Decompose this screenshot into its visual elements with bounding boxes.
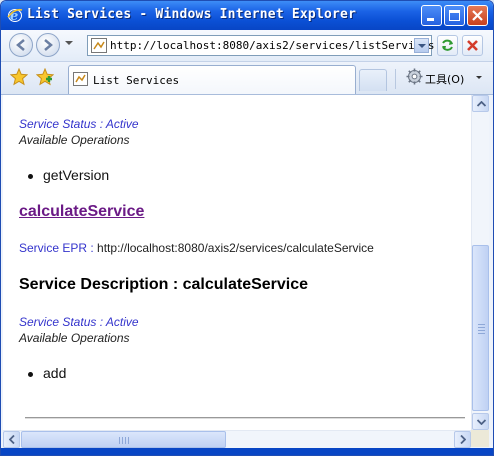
stop-button[interactable]: [462, 35, 483, 56]
window-frame-bottom: [1, 448, 493, 455]
service-status: Service Status : Active: [19, 117, 139, 131]
toolbar-divider: [395, 69, 396, 89]
scrollbar-corner: [471, 430, 489, 447]
add-favorites-icon[interactable]: [36, 68, 54, 86]
minimize-icon: [427, 18, 434, 21]
operation-item: add: [27, 365, 67, 381]
maximize-button[interactable]: [444, 5, 465, 26]
address-dropdown-button[interactable]: [414, 38, 429, 53]
scroll-right-button[interactable]: [454, 431, 471, 448]
scroll-up-button[interactable]: [472, 95, 489, 112]
refresh-button[interactable]: [437, 35, 458, 56]
operation-item: getVersion: [27, 167, 110, 183]
tab-page-icon: [73, 72, 88, 86]
service-description: Service Description : calculateService: [19, 276, 309, 293]
vertical-scrollbar[interactable]: [471, 95, 489, 430]
maximize-icon: [449, 10, 460, 21]
horizontal-scroll-thumb[interactable]: [21, 431, 226, 448]
chevron-right-icon: [460, 435, 466, 444]
back-button[interactable]: [9, 33, 33, 57]
epr-url: http://localhost:8080/axis2/services/cal…: [97, 241, 374, 255]
available-operations-heading: Available Operations: [19, 331, 130, 345]
close-button[interactable]: [467, 5, 488, 26]
new-tab-button[interactable]: [359, 69, 387, 91]
page-content: Service Status : Active Available Operat…: [3, 95, 471, 430]
history-dropdown[interactable]: [65, 41, 73, 45]
vertical-scroll-thumb[interactable]: [472, 245, 489, 411]
tab-list-services[interactable]: List Services: [68, 65, 356, 94]
gear-icon[interactable]: [406, 68, 423, 85]
url-text[interactable]: http://localhost:8080/axis2/services/lis…: [110, 39, 435, 52]
tools-dropdown-icon[interactable]: [476, 76, 482, 79]
tab-toolbar: List Services 工具(O): [1, 62, 493, 95]
browser-window: e List Services - Windows Internet Explo…: [0, 0, 494, 456]
horizontal-scrollbar[interactable]: [3, 430, 471, 448]
service-epr: Service EPR : http://localhost:8080/axis…: [19, 241, 374, 255]
minimize-button[interactable]: [421, 5, 442, 26]
epr-label: Service EPR :: [19, 241, 94, 255]
refresh-icon: [442, 39, 453, 51]
address-toolbar: http://localhost:8080/axis2/services/lis…: [1, 30, 493, 62]
title-bar: e List Services - Windows Internet Explo…: [1, 1, 493, 30]
window-title: List Services - Windows Internet Explore…: [27, 7, 357, 22]
ie-logo-icon: e: [7, 8, 23, 23]
forward-button[interactable]: [36, 33, 60, 57]
chevron-down-icon: [477, 419, 486, 425]
tools-menu[interactable]: 工具(O): [425, 71, 464, 87]
back-icon: [16, 39, 25, 51]
tab-label: List Services: [93, 74, 180, 87]
service-link-calculateService[interactable]: calculateService: [19, 203, 144, 221]
horizontal-rule: [25, 417, 465, 419]
close-icon: [472, 10, 483, 21]
chevron-up-icon: [477, 101, 486, 107]
chevron-left-icon: [9, 435, 15, 444]
favorites-star-icon[interactable]: [10, 68, 28, 86]
stop-icon: [467, 40, 478, 51]
scroll-left-button[interactable]: [3, 431, 20, 448]
page-icon: [91, 38, 107, 53]
scroll-down-button[interactable]: [472, 413, 489, 430]
address-field[interactable]: http://localhost:8080/axis2/services/lis…: [87, 35, 435, 56]
service-status: Service Status : Active: [19, 315, 139, 329]
available-operations-heading: Available Operations: [19, 133, 130, 147]
forward-icon: [44, 39, 53, 51]
